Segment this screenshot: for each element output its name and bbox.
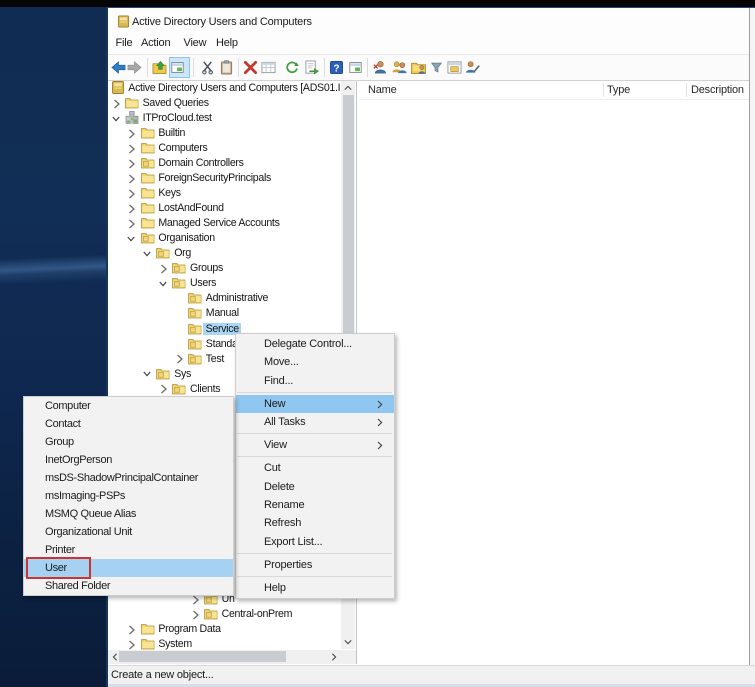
svg-text:?: ? <box>333 63 339 74</box>
